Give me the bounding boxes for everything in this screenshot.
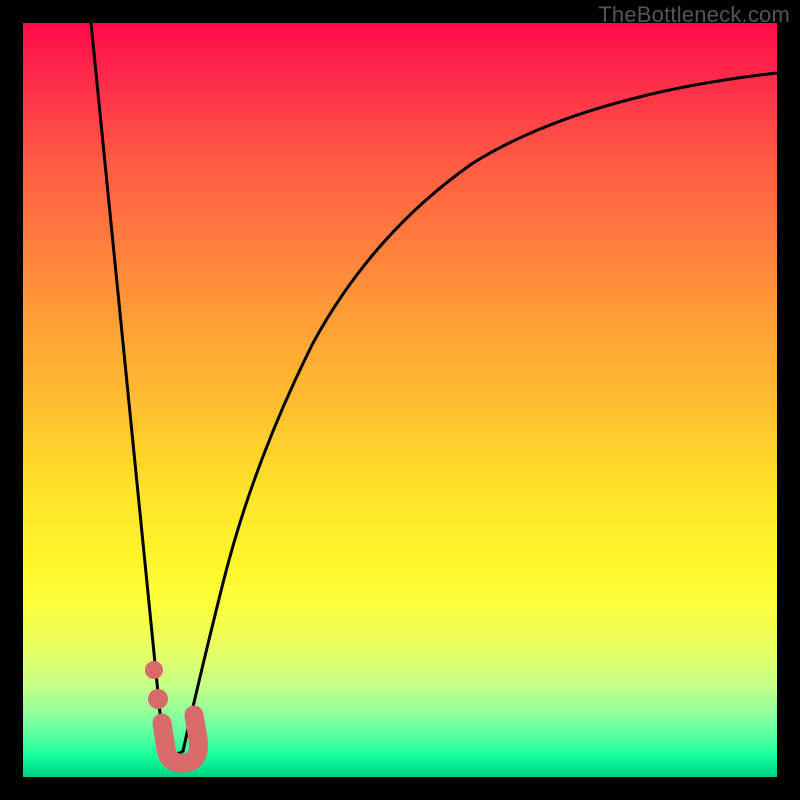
curve-layer bbox=[23, 23, 777, 777]
marker-hook bbox=[162, 715, 198, 763]
chart-frame: TheBottleneck.com bbox=[0, 0, 800, 800]
curve-left-branch bbox=[91, 23, 163, 743]
marker-dot-1 bbox=[145, 661, 163, 679]
plot-area bbox=[23, 23, 777, 777]
watermark-text: TheBottleneck.com bbox=[598, 2, 790, 28]
curve-right-branch bbox=[183, 73, 777, 751]
marker-dot-2 bbox=[148, 689, 168, 709]
